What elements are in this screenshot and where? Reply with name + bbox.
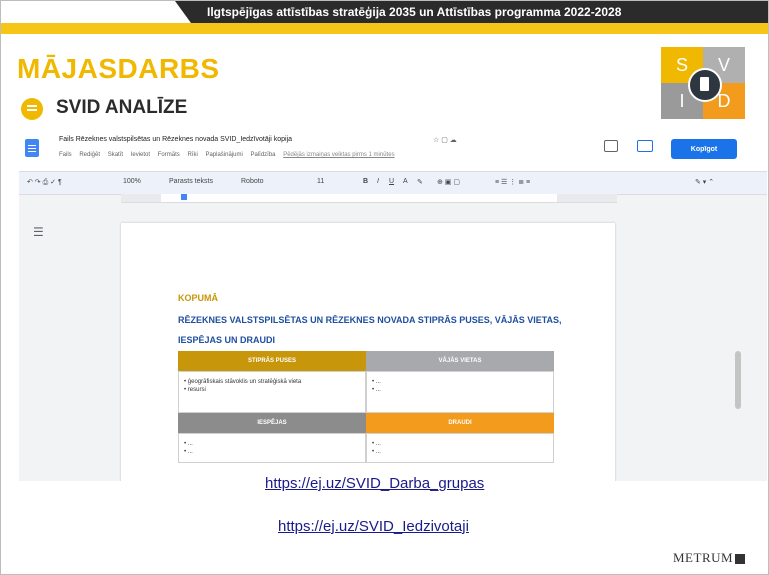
formatting-toolbar: ↶ ↷ ⎙ ✓ ¶ 100% Parasts teksts Roboto 11 …: [19, 171, 767, 195]
menu-bar: Fails Rediģēt Skatīt Ievietot Formāts Rī…: [59, 152, 401, 158]
document-page[interactable]: KOPUMĀ RĒZEKNES VALSTSPILSĒTAS UN RĒZEKN…: [121, 223, 615, 481]
iedzivotaji-link[interactable]: https://ej.uz/SVID_Iedzivotaji: [278, 518, 469, 535]
svid-logo: S V I D: [661, 47, 745, 119]
insert-icons[interactable]: ⊕ ▣ ▢: [437, 178, 460, 186]
list-item: • ...: [372, 379, 381, 385]
weaknesses-cell[interactable]: • ... • ...: [366, 371, 554, 413]
document-title[interactable]: Fails Rēzeknes valstspilsētas un Rēzekne…: [59, 136, 292, 143]
google-docs-screenshot: Fails Rēzeknes valstspilsētas un Rēzekne…: [19, 129, 767, 481]
comment-icon[interactable]: [604, 140, 618, 152]
document-icon: [688, 68, 722, 102]
metrum-logo: METRUM: [673, 550, 746, 566]
italic-icon[interactable]: I: [377, 178, 379, 185]
style-select[interactable]: Parasts teksts: [169, 178, 213, 185]
threats-header: DRAUDI: [366, 413, 554, 433]
highlight-icon[interactable]: ✎: [417, 178, 423, 186]
zoom-select[interactable]: 100%: [123, 178, 141, 185]
star-folder-cloud-icons[interactable]: ☆ ▢ ☁: [433, 136, 457, 144]
list-item: • ...: [184, 449, 193, 455]
banner-text: Ilgtspējīgas attīstības stratēģija 2035 …: [207, 5, 622, 19]
outline-icon[interactable]: ☰: [33, 225, 44, 239]
menu-file[interactable]: Fails: [59, 152, 72, 158]
document-heading: RĒZEKNES VALSTSPILSĒTAS UN RĒZEKNES NOVA…: [178, 315, 562, 345]
text-color-icon[interactable]: A: [403, 178, 408, 185]
banner-background: Ilgtspējīgas attīstības stratēģija 2035 …: [175, 1, 768, 23]
menu-extensions[interactable]: Paplašinājumi: [205, 152, 242, 158]
section-label: KOPUMĀ: [178, 293, 218, 303]
list-item: • ģeogrāfiskais stāvoklis un stratēģiskā…: [184, 379, 302, 385]
top-banner: Ilgtspējīgas attīstības stratēģija 2035 …: [1, 1, 768, 23]
underline-icon[interactable]: U: [389, 178, 394, 185]
align-list-icons[interactable]: ≡ ☰ ⋮ ≣ ≡: [495, 178, 530, 186]
vertical-scrollbar[interactable]: [735, 351, 741, 409]
ruler-left-margin: [121, 194, 161, 202]
docs-header: Fails Rēzeknes valstspilsētas un Rēzekne…: [19, 129, 767, 171]
yellow-divider: [1, 23, 768, 34]
last-edit-link[interactable]: Pēdējās izmaiņas veiktas pirms 1 minūtes: [283, 152, 394, 158]
docs-logo-icon[interactable]: [25, 139, 39, 157]
menu-help[interactable]: Palīdzība: [250, 152, 275, 158]
weaknesses-header: VĀJĀS VIETAS: [366, 351, 554, 371]
threats-cell[interactable]: • ... • ...: [366, 433, 554, 463]
metrum-logo-text: METRUM: [673, 550, 734, 565]
undo-redo-print-icons[interactable]: ↶ ↷ ⎙ ✓ ¶: [27, 178, 62, 187]
menu-format[interactable]: Formāts: [158, 152, 180, 158]
opportunities-header: IESPĒJAS: [178, 413, 366, 433]
list-item: • ...: [372, 441, 381, 447]
list-item: • ...: [184, 441, 193, 447]
font-select[interactable]: Roboto: [241, 178, 264, 185]
metrum-logo-mark: [735, 554, 746, 565]
menu-tools[interactable]: Rīki: [187, 152, 197, 158]
list-item: • ...: [372, 387, 381, 393]
indent-marker[interactable]: [181, 194, 187, 200]
strengths-header: STIPRĀS PUSES: [178, 351, 366, 371]
slide-subtitle: SVID ANALĪZE: [56, 97, 188, 118]
menu-view[interactable]: Skatīt: [108, 152, 123, 158]
ruler[interactable]: [121, 194, 617, 203]
strengths-cell[interactable]: • ģeogrāfiskais stāvoklis un stratēģiskā…: [178, 371, 366, 413]
darba-grupas-link[interactable]: https://ej.uz/SVID_Darba_grupas: [265, 475, 484, 492]
font-size-input[interactable]: 11: [317, 178, 324, 185]
opportunities-cell[interactable]: • ... • ...: [178, 433, 366, 463]
menu-edit[interactable]: Rediģēt: [79, 152, 100, 158]
present-icon[interactable]: [637, 140, 653, 152]
slide: Ilgtspējīgas attīstības stratēģija 2035 …: [0, 0, 769, 575]
bold-icon[interactable]: B: [363, 178, 368, 185]
ruler-right-margin: [557, 194, 617, 202]
menu-insert[interactable]: Ievietot: [131, 152, 150, 158]
editing-mode-icon[interactable]: ✎ ▾ ⌃: [695, 178, 714, 186]
list-item: • ...: [372, 449, 381, 455]
list-item: • resursi: [184, 387, 206, 393]
share-button[interactable]: Kopīgot: [671, 139, 737, 159]
list-icon: [21, 98, 43, 120]
slide-title: MĀJASDARBS: [17, 53, 220, 84]
